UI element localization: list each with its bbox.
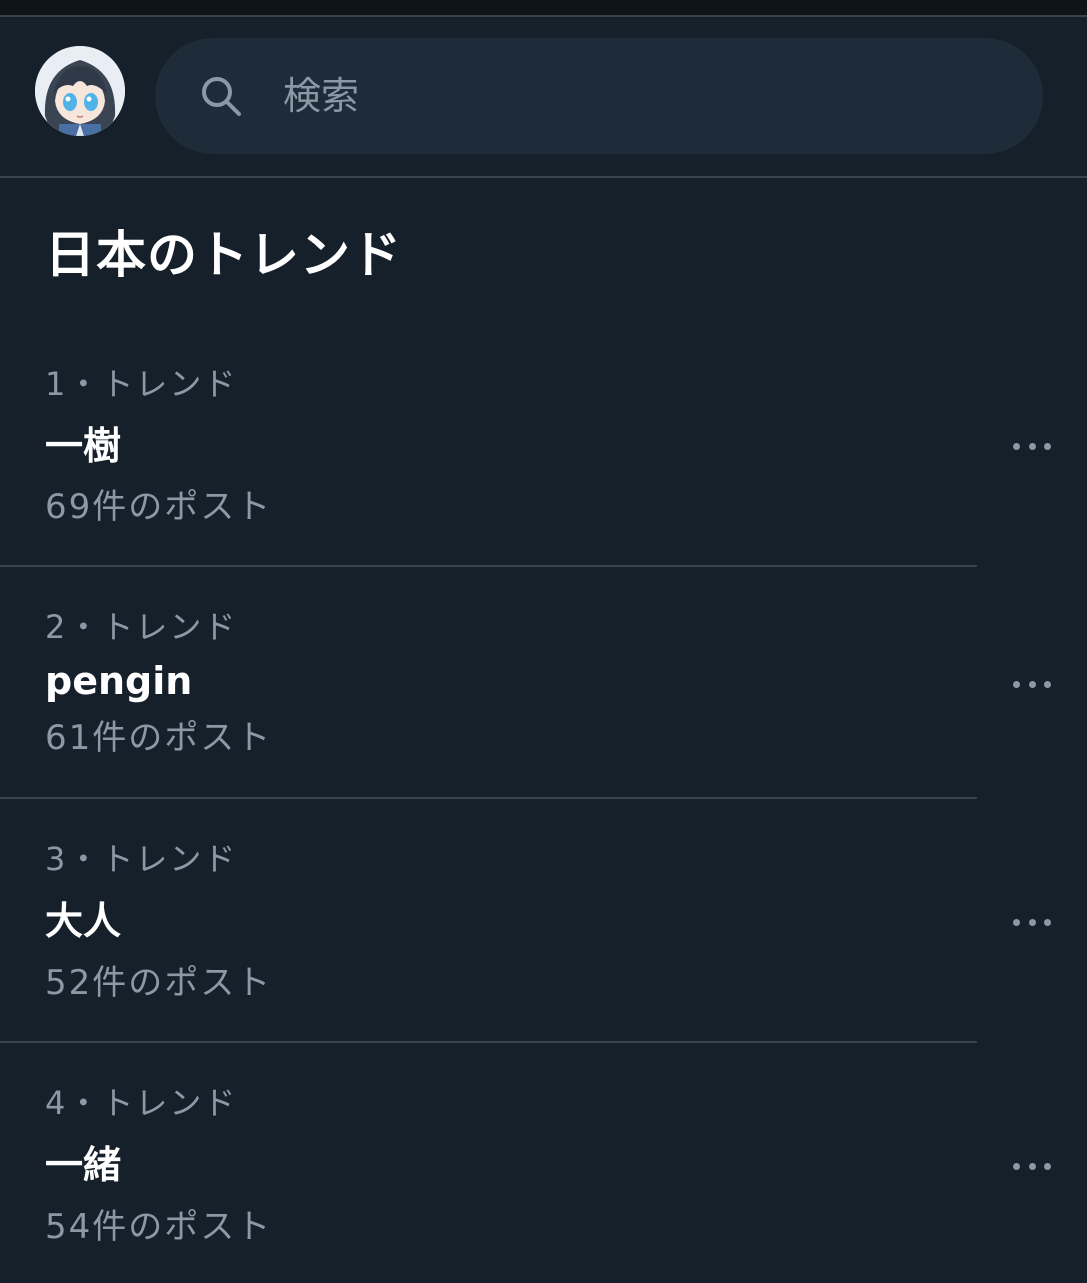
trend-item[interactable]: 4・トレンド 一緒 54件のポスト — [0, 1043, 1087, 1283]
more-dots-icon — [1013, 680, 1020, 688]
trend-rank-label: 2・トレンド — [45, 608, 238, 646]
trend-item[interactable]: 1・トレンド 一樹 69件のポスト — [0, 320, 1087, 560]
search-input[interactable] — [283, 66, 983, 126]
trend-post-count: 54件のポスト — [45, 1207, 273, 1247]
avatar-image — [35, 46, 125, 136]
top-header — [0, 17, 1087, 177]
more-options-button[interactable] — [1007, 426, 1057, 466]
section-title: 日本のトレンド — [45, 226, 402, 284]
trend-post-count: 52件のポスト — [45, 963, 273, 1003]
trend-item[interactable]: 3・トレンド 大人 52件のポスト — [0, 799, 1087, 1039]
more-dots-icon — [1013, 918, 1020, 926]
trend-post-count: 69件のポスト — [45, 487, 273, 527]
header-divider — [0, 176, 1087, 178]
trend-name: pengin — [45, 659, 193, 703]
trend-post-count: 61件のポスト — [45, 718, 273, 758]
more-options-button[interactable] — [1007, 1146, 1057, 1186]
trend-rank-label: 4・トレンド — [45, 1084, 238, 1122]
search-icon — [199, 74, 243, 118]
more-dots-icon — [1013, 442, 1020, 450]
more-options-button[interactable] — [1007, 902, 1057, 942]
trend-name: 一緒 — [45, 1143, 122, 1187]
trend-name: 大人 — [45, 899, 122, 943]
trend-rank-label: 1・トレンド — [45, 365, 238, 403]
more-dots-icon — [1013, 1162, 1020, 1170]
trend-rank-label: 3・トレンド — [45, 840, 238, 878]
trend-item[interactable]: 2・トレンド pengin 61件のポスト — [0, 567, 1087, 807]
avatar[interactable] — [35, 46, 125, 136]
trend-name: 一樹 — [45, 424, 122, 468]
more-options-button[interactable] — [1007, 664, 1057, 704]
search-bar[interactable] — [155, 38, 1043, 154]
status-bar-strip — [0, 0, 1087, 16]
